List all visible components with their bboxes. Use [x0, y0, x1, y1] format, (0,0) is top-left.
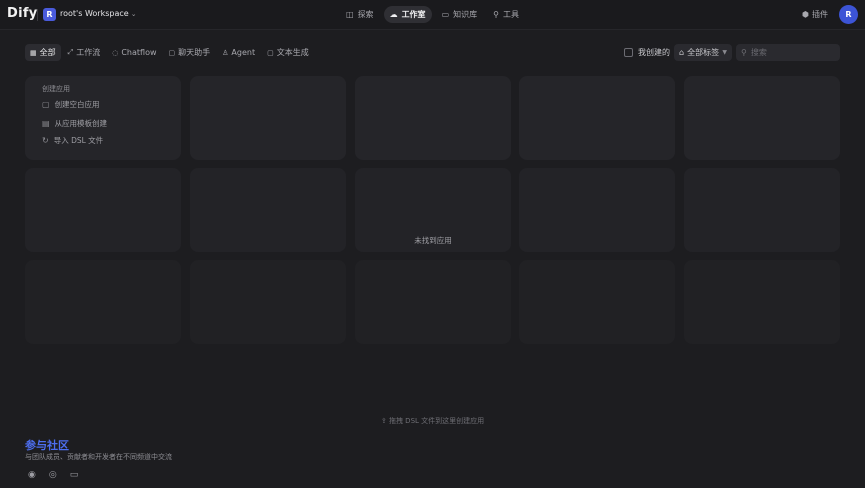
empty-state-message: 未找到应用: [414, 236, 452, 245]
nav-knowledge[interactable]: ▭ 知识库: [436, 6, 484, 23]
create-from-template-button[interactable]: ▤ 从应用模板创建: [42, 118, 107, 129]
import-dsl-button[interactable]: ↻ 导入 DSL 文件: [42, 135, 103, 146]
tab-chatbot[interactable]: ▢ 聊天助手: [164, 44, 216, 61]
nav-explore[interactable]: ◫ 探索: [340, 6, 380, 23]
top-navigation-bar: Dify R root's Workspace ⌄ ◫ 探索 ☁ 工作室 ▭ 知…: [0, 0, 865, 30]
forum-icon[interactable]: ▭: [70, 470, 79, 480]
created-by-me-label: 我创建的: [638, 48, 670, 57]
placeholder-card: [684, 76, 840, 160]
agent-icon: ♙: [222, 48, 229, 57]
file-icon: ▢: [42, 100, 50, 109]
dsl-drop-hint: ⇪ 拖拽 DSL 文件到这里创建应用: [0, 416, 865, 426]
nav-knowledge-label: 知识库: [453, 10, 478, 19]
import-icon: ↻: [42, 136, 49, 145]
studio-icon: ☁: [389, 10, 398, 19]
plugins-label: 插件: [811, 10, 828, 19]
github-icon[interactable]: ◉: [28, 470, 36, 480]
placeholder-card: [519, 168, 675, 252]
create-blank-app-button[interactable]: ▢ 创建空白应用: [42, 99, 100, 110]
search-box[interactable]: ⚲: [736, 44, 840, 61]
placeholder-card: [25, 168, 181, 252]
nav-explore-label: 探索: [357, 10, 374, 19]
main-nav: ◫ 探索 ☁ 工作室 ▭ 知识库 ⚲ 工具: [340, 6, 525, 23]
created-by-me-filter[interactable]: 我创建的: [624, 47, 670, 58]
chatflow-icon: ◌: [112, 48, 119, 57]
placeholder-card: [519, 76, 675, 160]
community-links: ◉ ◎ ▭: [28, 470, 78, 480]
workspace-switcher[interactable]: root's Workspace ⌄: [60, 9, 137, 18]
workspace-avatar[interactable]: R: [43, 8, 56, 21]
placeholder-card: [355, 76, 511, 160]
tab-agent[interactable]: ♙ Agent: [217, 44, 260, 61]
placeholder-card: [25, 260, 181, 344]
placeholder-card: [355, 260, 511, 344]
dsl-drop-hint-text: 拖拽 DSL 文件到这里创建应用: [388, 417, 485, 425]
tab-workflow[interactable]: ⤢ 工作流: [63, 44, 106, 61]
search-icon: ⚲: [741, 48, 747, 57]
tab-agent-label: Agent: [231, 48, 256, 57]
tab-completion[interactable]: ▢ 文本生成: [262, 44, 314, 61]
placeholder-card: [684, 260, 840, 344]
tab-all[interactable]: ▦ 全部: [25, 44, 61, 61]
tab-completion-label: 文本生成: [276, 48, 309, 57]
import-dsl-label: 导入 DSL 文件: [53, 136, 104, 145]
tab-chatflow-label: Chatflow: [121, 48, 157, 57]
nav-tools[interactable]: ⚲ 工具: [487, 6, 525, 23]
nav-studio-label: 工作室: [401, 10, 426, 19]
tag-icon: ⌂: [679, 48, 685, 57]
upload-icon: ⇪: [380, 417, 387, 425]
community-title: 参与社区: [25, 439, 69, 452]
placeholder-card: [190, 260, 346, 344]
tab-chatbot-label: 聊天助手: [178, 48, 211, 57]
explore-icon: ◫: [346, 10, 354, 19]
knowledge-icon: ▭: [441, 10, 450, 19]
create-blank-app-label: 创建空白应用: [54, 100, 100, 109]
tag-filter-select[interactable]: ⌂ 全部标签 ▼: [674, 44, 732, 61]
placeholder-card: [684, 168, 840, 252]
discord-icon[interactable]: ◎: [49, 470, 57, 480]
workspace-name: root's Workspace: [60, 9, 129, 18]
nav-tools-label: 工具: [502, 10, 519, 19]
chat-icon: ▢: [168, 48, 176, 57]
tab-chatflow[interactable]: ◌ Chatflow: [107, 44, 161, 61]
tab-all-label: 全部: [39, 48, 56, 57]
workflow-icon: ⤢: [67, 48, 74, 56]
dify-logo[interactable]: Dify: [7, 6, 38, 21]
plugins-button[interactable]: ⬢ 插件: [802, 9, 828, 20]
placeholder-card: [190, 76, 346, 160]
user-avatar[interactable]: R: [839, 5, 858, 24]
chevron-down-icon: ⌄: [130, 9, 137, 18]
create-app-title: 创建应用: [42, 85, 70, 93]
template-icon: ▤: [42, 119, 50, 128]
placeholder-card: [519, 260, 675, 344]
plugin-icon: ⬢: [802, 10, 809, 19]
tools-icon: ⚲: [493, 10, 499, 19]
grid-icon: ▦: [30, 48, 37, 57]
community-subtitle: 与团队成员、贡献者和开发者在不同频道中交流: [25, 453, 172, 461]
tab-workflow-label: 工作流: [76, 48, 101, 57]
nav-studio[interactable]: ☁ 工作室: [383, 6, 432, 23]
text-generation-icon: ▢: [267, 48, 274, 57]
tag-filter-label: 全部标签: [687, 48, 720, 57]
create-from-template-label: 从应用模板创建: [54, 119, 108, 128]
placeholder-card: [190, 168, 346, 252]
header-divider: [37, 9, 38, 21]
search-input[interactable]: [750, 48, 831, 57]
chevron-down-icon: ▼: [722, 49, 727, 56]
app-type-tabs: ▦ 全部 ⤢ 工作流 ◌ Chatflow ▢ 聊天助手 ♙ Agent ▢ 文…: [25, 44, 314, 61]
created-by-me-checkbox[interactable]: [624, 48, 633, 57]
